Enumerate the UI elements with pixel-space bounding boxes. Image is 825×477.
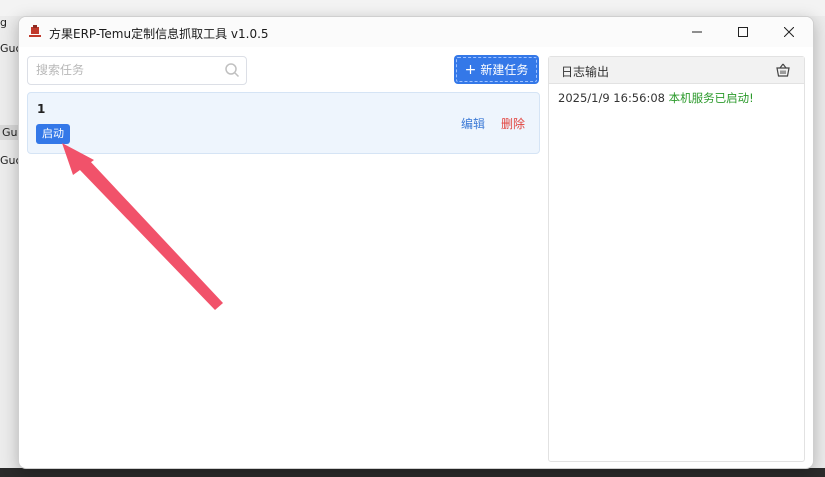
search-box[interactable]: [27, 56, 247, 85]
clear-log-icon[interactable]: [775, 62, 791, 78]
log-entry: 2025/1/9 16:56:08 本机服务已启动!: [558, 90, 754, 106]
plus-icon: +: [464, 61, 477, 78]
log-message: 本机服务已启动!: [668, 91, 754, 105]
minimize-icon: [692, 31, 702, 33]
background-window-strip: [0, 0, 825, 16]
start-button[interactable]: 启动: [36, 124, 70, 144]
minimize-button[interactable]: [674, 17, 720, 47]
delete-link[interactable]: 删除: [501, 115, 525, 132]
maximize-icon: [738, 27, 748, 37]
new-task-label: 新建任务: [480, 63, 529, 77]
app-logo-icon: [29, 25, 41, 37]
title-bar[interactable]: 方果ERP-Temu定制信息抓取工具 v1.0.5: [19, 17, 813, 47]
search-input[interactable]: [28, 57, 226, 82]
taskbar-edge: [0, 468, 825, 477]
edit-link[interactable]: 编辑: [461, 115, 485, 132]
maximize-button[interactable]: [720, 17, 766, 47]
search-icon[interactable]: [224, 62, 240, 78]
app-window: 方果ERP-Temu定制信息抓取工具 v1.0.5 + 新建任务 1 启动 编辑…: [18, 16, 814, 469]
new-task-button[interactable]: + 新建任务: [454, 55, 539, 84]
close-icon: [784, 27, 794, 37]
log-panel: 日志输出 2025/1/9 16:56:08 本机服务已启动!: [548, 56, 805, 462]
background-text-fragment: g: [0, 16, 7, 29]
log-header: 日志输出: [549, 57, 804, 84]
task-name: 1: [37, 102, 46, 116]
close-button[interactable]: [766, 17, 812, 47]
log-title: 日志输出: [561, 65, 610, 79]
task-card[interactable]: 1 启动 编辑 删除: [27, 92, 540, 154]
window-title: 方果ERP-Temu定制信息抓取工具 v1.0.5: [49, 27, 269, 41]
log-time: 2025/1/9 16:56:08: [558, 91, 665, 105]
